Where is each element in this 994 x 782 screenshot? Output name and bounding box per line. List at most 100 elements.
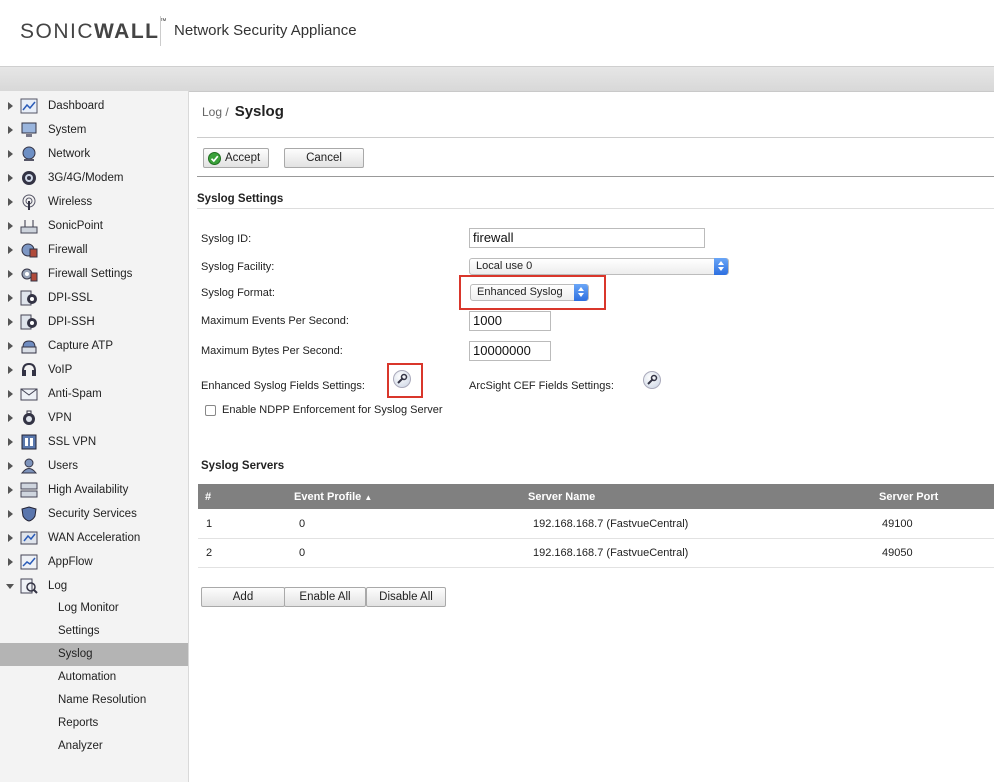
expand-arrow-icon[interactable] <box>8 150 13 158</box>
sidebar-item-network[interactable]: Network <box>0 144 188 166</box>
sidebar-item-wan-acceleration[interactable]: WAN Acceleration <box>0 528 188 550</box>
divider <box>197 137 994 138</box>
sidebar-item-ssl-vpn[interactable]: SSL VPN <box>0 432 188 454</box>
disable-all-button[interactable]: Disable All <box>366 587 446 607</box>
expand-arrow-icon[interactable] <box>8 414 13 422</box>
sidebar-item-users[interactable]: Users <box>0 456 188 478</box>
appflow-chart-icon <box>20 554 38 570</box>
sonicwall-logo: SONICWALL™ <box>20 18 168 44</box>
row-server-port: 49100 <box>882 518 913 530</box>
expand-arrow-icon[interactable] <box>8 102 13 110</box>
column-header-number[interactable]: # <box>205 491 211 503</box>
max-bytes-input[interactable] <box>469 341 551 361</box>
main-content: Log / Syslog Accept Cancel Syslog Setting… <box>189 91 994 782</box>
max-events-label: Maximum Events Per Second: <box>201 315 349 327</box>
sidebar-item-dpi-ssh[interactable]: DPI-SSH <box>0 312 188 334</box>
monitor-icon <box>20 122 38 138</box>
accept-button[interactable]: Accept <box>203 148 269 168</box>
sidebar-item-capture-atp[interactable]: Capture ATP <box>0 336 188 358</box>
expand-arrow-icon[interactable] <box>8 318 13 326</box>
column-header-server-port[interactable]: Server Port <box>879 491 938 503</box>
dashboard-icon <box>20 98 38 114</box>
expand-arrow-icon[interactable] <box>8 222 13 230</box>
arcsight-configure-icon[interactable] <box>643 371 661 389</box>
row-event-profile: 0 <box>299 518 306 530</box>
sidebar-subitem-automation[interactable]: Automation <box>0 666 188 689</box>
sidebar-subitem-syslog[interactable]: Syslog <box>0 643 188 666</box>
sidebar-item-label: Anti-Spam <box>48 388 102 400</box>
expand-arrow-icon[interactable] <box>8 198 13 206</box>
expand-arrow-icon[interactable] <box>8 342 13 350</box>
expand-arrow-icon[interactable] <box>8 558 13 566</box>
sidebar-item-firewall[interactable]: Firewall <box>0 240 188 262</box>
expand-arrow-icon[interactable] <box>8 294 13 302</box>
expand-arrow-icon[interactable] <box>8 390 13 398</box>
syslog-format-label: Syslog Format: <box>201 287 275 299</box>
expand-arrow-icon[interactable] <box>8 462 13 470</box>
table-row[interactable]: 1 0 192.168.168.7 (FastvueCentral) 49100 <box>198 510 994 539</box>
row-server-port: 49050 <box>882 547 913 559</box>
sidebar-item-high-availability[interactable]: High Availability <box>0 480 188 502</box>
sidebar-subitem-reports[interactable]: Reports <box>0 712 188 735</box>
sidebar-item-3g-4g-modem[interactable]: 3G/4G/Modem <box>0 168 188 190</box>
sidebar-item-log[interactable]: Log <box>0 576 188 598</box>
sidebar-item-label: Users <box>48 460 79 472</box>
sidebar-item-firewall-settings[interactable]: Firewall Settings <box>0 264 188 286</box>
sidebar-item-anti-spam[interactable]: Anti-Spam <box>0 384 188 406</box>
expand-arrow-icon[interactable] <box>8 366 13 374</box>
cancel-button[interactable]: Cancel <box>284 148 364 168</box>
server-stack-icon <box>20 482 38 498</box>
syslog-facility-select[interactable]: Local use 0 <box>469 258 729 275</box>
sidebar-item-wireless[interactable]: Wireless <box>0 192 188 214</box>
section-divider <box>197 208 994 209</box>
firewall-globe-icon <box>20 242 38 258</box>
accept-button-label: Accept <box>225 152 261 164</box>
logo-text-bold: WALL <box>94 20 160 43</box>
sidebar-item-system[interactable]: System <box>0 120 188 142</box>
sidebar-item-label: Security Services <box>48 508 137 520</box>
sidebar-item-label: DPI-SSH <box>48 316 95 328</box>
expand-arrow-icon[interactable] <box>8 510 13 518</box>
expand-arrow-icon[interactable] <box>8 246 13 254</box>
column-header-server-name[interactable]: Server Name <box>528 491 595 503</box>
highlight-box-enhanced-fields <box>387 363 423 398</box>
sidebar-item-sonicpoint[interactable]: SonicPoint <box>0 216 188 238</box>
breadcrumb-parent[interactable]: Log / <box>202 105 229 119</box>
sidebar-item-vpn[interactable]: VPN <box>0 408 188 430</box>
syslog-servers-title: Syslog Servers <box>201 460 285 472</box>
sidebar-subitem-analyzer[interactable]: Analyzer <box>0 735 188 758</box>
enable-all-button[interactable]: Enable All <box>284 587 366 607</box>
max-events-input[interactable] <box>469 311 551 331</box>
ndpp-checkbox[interactable] <box>205 405 216 416</box>
sidebar-item-appflow[interactable]: AppFlow <box>0 552 188 574</box>
expand-arrow-icon[interactable] <box>8 534 13 542</box>
table-row[interactable]: 2 0 192.168.168.7 (FastvueCentral) 49050 <box>198 539 994 568</box>
syslog-id-label: Syslog ID: <box>201 233 252 245</box>
users-icon <box>20 458 38 474</box>
expand-arrow-icon[interactable] <box>8 438 13 446</box>
vpn-lock-icon <box>20 410 38 426</box>
sidebar-item-dpi-ssl[interactable]: DPI-SSL <box>0 288 188 310</box>
expand-arrow-icon[interactable] <box>8 486 13 494</box>
sidebar-item-voip[interactable]: VoIP <box>0 360 188 382</box>
sidebar-subitem-settings[interactable]: Settings <box>0 620 188 643</box>
sidebar-item-security-services[interactable]: Security Services <box>0 504 188 526</box>
sidebar-subitem-label: Analyzer <box>58 740 103 752</box>
collapse-arrow-icon[interactable] <box>6 584 14 589</box>
capture-atp-icon <box>20 338 38 354</box>
syslog-id-input[interactable] <box>469 228 705 248</box>
sidebar-item-label: AppFlow <box>48 556 93 568</box>
network-globe-icon <box>20 146 38 162</box>
add-button[interactable]: Add <box>201 587 285 607</box>
select-arrows-icon <box>714 258 728 275</box>
expand-arrow-icon[interactable] <box>8 174 13 182</box>
column-header-event-profile[interactable]: Event Profile ▲ <box>294 491 372 503</box>
wan-acceleration-icon <box>20 530 38 546</box>
expand-arrow-icon[interactable] <box>8 126 13 134</box>
sidebar-subitem-name-resolution[interactable]: Name Resolution <box>0 689 188 712</box>
sidebar-item-dashboard[interactable]: Dashboard <box>0 96 188 118</box>
sidebar-subitem-label: Reports <box>58 717 99 729</box>
sidebar-subitem-log-monitor[interactable]: Log Monitor <box>0 597 188 620</box>
logo-text-light: SONIC <box>20 20 95 43</box>
expand-arrow-icon[interactable] <box>8 270 13 278</box>
